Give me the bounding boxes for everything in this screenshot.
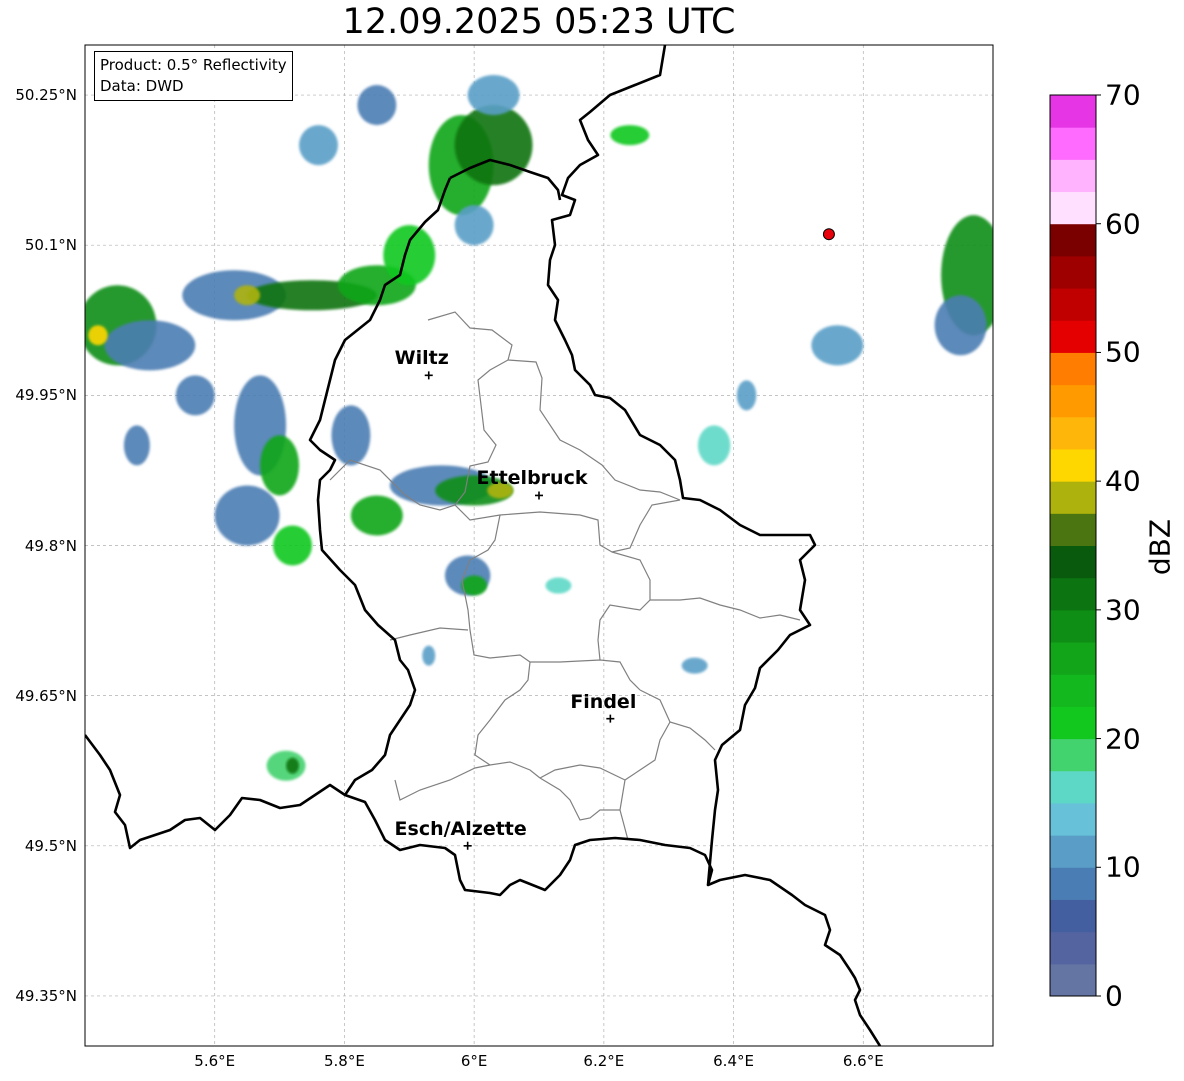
radar-site-marker [822, 228, 835, 241]
colorbar-segment [1050, 481, 1096, 514]
colorbar-tick-label: 70 [1105, 78, 1141, 112]
echo-cell [357, 85, 397, 126]
echo-cell [811, 325, 864, 366]
lon-tick-label: 5.8°E [324, 1052, 365, 1070]
colorbar-segment [1050, 545, 1096, 579]
lon-tick-label: 6.4°E [713, 1052, 754, 1070]
lat-tick-label: 49.95°N [15, 386, 77, 405]
lat-tick-label: 49.65°N [15, 686, 77, 705]
colorbar-segment [1050, 448, 1096, 482]
colorbar-segment [1050, 127, 1096, 160]
colorbar-segment [1050, 191, 1096, 225]
echo-cell [383, 225, 436, 286]
echo-cell [273, 525, 312, 566]
colorbar-segment [1050, 320, 1096, 353]
colorbar-segment [1050, 352, 1096, 386]
echo-cell [454, 105, 533, 186]
colorbar-segment [1050, 770, 1096, 804]
colorbar-segment [1050, 513, 1096, 546]
colorbar-tick-label: 0 [1105, 979, 1123, 1013]
lat-tick-label: 50.1°N [24, 236, 77, 255]
echo-cell [934, 295, 987, 356]
colorbar-segment [1050, 416, 1096, 450]
radar-site-dot [822, 228, 835, 241]
lon-tick-label: 6.2°E [583, 1052, 625, 1070]
echo-cell [266, 750, 306, 781]
colorbar-segment [1050, 899, 1096, 933]
echo-cell [422, 645, 436, 666]
lat-tick-label: 49.35°N [15, 986, 77, 1005]
colorbar-segment [1050, 835, 1096, 868]
echo-cell [610, 125, 650, 146]
colorbar-segment [1050, 931, 1096, 965]
echo-cell [697, 425, 731, 466]
echo-cell [350, 495, 403, 536]
colorbar-segment [1050, 609, 1096, 643]
echo-cell [467, 75, 520, 116]
colorbar-tick-label: 10 [1105, 850, 1141, 884]
colorbar-tick-label: 40 [1105, 464, 1141, 498]
colorbar-segment [1050, 95, 1096, 128]
product-info-box: Product: 0.5° Reflectivity Data: DWD [94, 51, 293, 101]
colorbar-segment [1050, 223, 1096, 257]
lon-tick-label: 5.6°E [194, 1052, 236, 1070]
lat-tick-label: 50.25°N [15, 86, 77, 105]
echo-cell [454, 205, 494, 246]
echo-cell [260, 435, 300, 496]
colorbar-segment [1050, 255, 1096, 289]
echo-cell [104, 320, 196, 371]
lon-tick-label: 6.6°E [842, 1052, 884, 1070]
colorbar [1049, 94, 1101, 997]
city-label: Wiltz [394, 347, 449, 370]
product-label: Product: 0.5° Reflectivity [100, 56, 287, 74]
colorbar-segment [1050, 159, 1096, 193]
echo-cell [123, 425, 150, 466]
lat-tick-label: 49.8°N [24, 536, 77, 555]
echo-cell [681, 657, 708, 674]
lat-tick-label: 49.5°N [24, 836, 77, 855]
radar-map [84, 44, 1101, 1047]
echo-cell [736, 380, 757, 411]
colorbar-tick-label: 60 [1105, 207, 1141, 241]
echo-cell [214, 485, 280, 546]
colorbar-segment [1050, 288, 1096, 321]
echo-cell [286, 757, 300, 774]
colorbar-segment [1050, 706, 1096, 740]
echo-cell [88, 325, 108, 346]
city-label: Findel [570, 690, 637, 713]
colorbar-label: dBZ [1143, 518, 1177, 576]
colorbar-segment [1050, 642, 1096, 675]
colorbar-segment [1050, 577, 1096, 611]
colorbar-segment [1050, 384, 1096, 418]
colorbar-segment [1050, 963, 1096, 997]
colorbar-tick-label: 20 [1105, 722, 1141, 756]
colorbar-tick-label: 30 [1105, 593, 1141, 627]
echo-cell [175, 375, 215, 416]
echo-cell [331, 405, 371, 466]
echo-cell [234, 285, 261, 306]
plot-area [85, 45, 993, 1046]
colorbar-segment [1050, 674, 1096, 707]
city-label: Esch/Alzette [394, 817, 527, 840]
echo-cell [545, 577, 572, 594]
lon-tick-label: 6°E [460, 1052, 488, 1070]
data-source-label: Data: DWD [100, 77, 184, 95]
colorbar-segment [1050, 867, 1096, 900]
colorbar-segment [1050, 738, 1096, 772]
echo-cell [299, 125, 338, 166]
colorbar-segment [1050, 802, 1096, 836]
city-label: Ettelbruck [476, 467, 588, 490]
colorbar-tick-label: 50 [1105, 335, 1141, 369]
